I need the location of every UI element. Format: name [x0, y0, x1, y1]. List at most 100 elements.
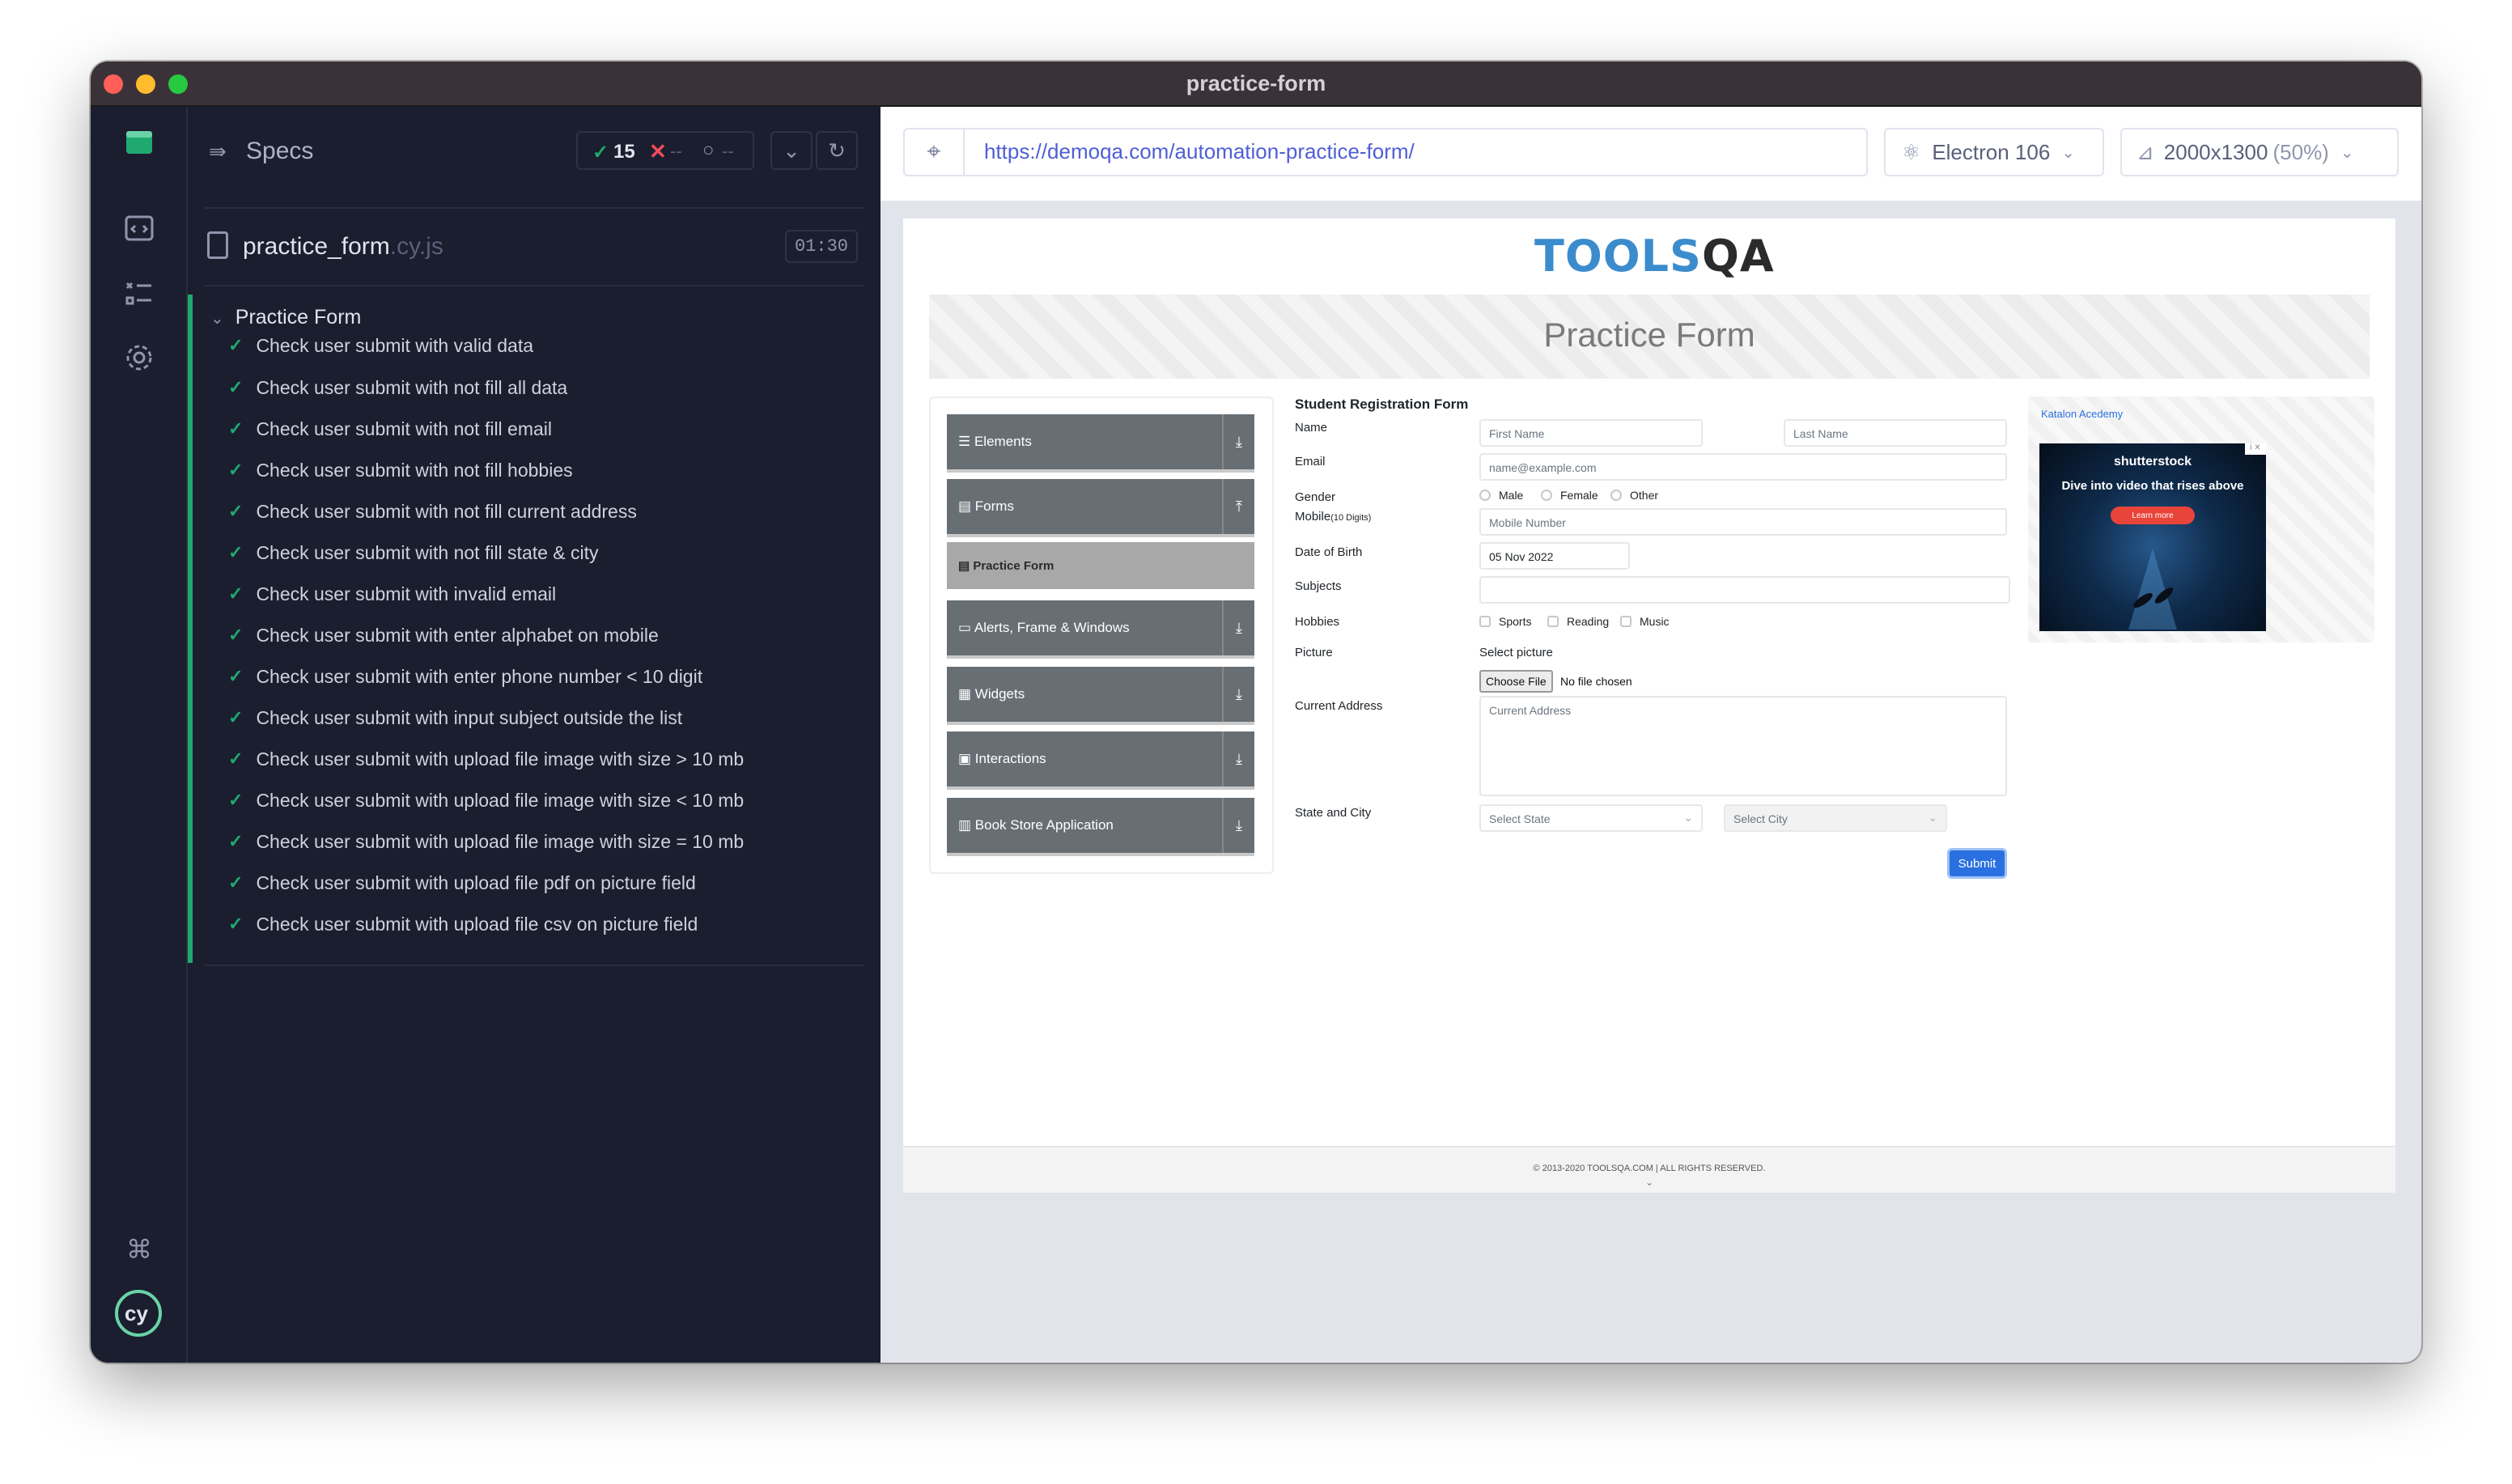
ad-link[interactable]: Katalon Acedemy [2041, 408, 2123, 420]
test-item[interactable]: ✓ Check user submit with not fill email [228, 409, 552, 449]
dob-input[interactable]: 05 Nov 2022 [1479, 542, 1630, 570]
test-item[interactable]: ✓ Check user submit with upload file imag… [228, 780, 744, 820]
logo-text-qa: QA [1701, 230, 1775, 282]
viewport-select[interactable]: ⊿ 2000x1300 (50%) ⌄ [2120, 128, 2399, 176]
suite-practice-form[interactable]: ⌄ Practice Form ✓ Check user submit with v… [188, 295, 880, 963]
mobile-input[interactable]: Mobile Number [1479, 508, 2007, 536]
settings-icon[interactable] [120, 338, 159, 377]
nav-item-practice-form[interactable]: ▤ Practice Form [947, 542, 1254, 589]
ad-close-icon[interactable]: i ✕ [2245, 443, 2266, 455]
nav-group-book-store[interactable]: ▥ Book Store Application ⤓ [947, 798, 1254, 856]
specs-label[interactable]: Specs [246, 138, 313, 165]
nav-group-label: Forms [974, 498, 1014, 514]
nav-group-label: Elements [974, 434, 1032, 449]
forms-icon: ▤ [958, 498, 975, 514]
test-title: Check user submit with upload file csv o… [256, 913, 698, 935]
nav-group-interactions[interactable]: ▣ Interactions ⤓ [947, 731, 1254, 790]
chevron-down-icon: ⌄ [2340, 143, 2354, 162]
hobby-music-checkbox[interactable]: Music [1620, 615, 1670, 628]
collapse-all-button[interactable]: ⌄ [770, 131, 813, 170]
test-item[interactable]: ✓ Check user submit with upload file imag… [228, 739, 744, 779]
test-item[interactable]: ✓ Check user submit with not fill current… [228, 491, 637, 532]
chevron-down-icon[interactable]: ⌄ [903, 1177, 2395, 1188]
ad-brand: shutterstock [2113, 455, 2192, 469]
spec-file-row[interactable]: practice_form.cy.js 01:30 [204, 228, 864, 270]
nav-group-elements[interactable]: ☰ Elements ⤓ [947, 414, 1254, 473]
hobby-reading-checkbox[interactable]: Reading [1547, 615, 1609, 628]
check-icon: ✓ [228, 748, 244, 769]
submit-button[interactable]: Submit [1947, 848, 2007, 879]
nav-group-widgets[interactable]: ▦ Widgets ⤓ [947, 667, 1254, 725]
app-preview: ⌖ https://demoqa.com/automation-practice… [880, 107, 2421, 1363]
failed-count: -- [670, 141, 682, 161]
nav-group-alerts[interactable]: ▭ Alerts, Frame & Windows ⤓ [947, 600, 1254, 659]
page-title: Practice Form [1543, 316, 1755, 354]
test-item[interactable]: ✓ Check user submit with enter phone numb… [228, 656, 702, 697]
last-name-input[interactable]: Last Name [1784, 419, 2007, 447]
test-item[interactable]: ✓ Check user submit with enter alphabet o… [228, 615, 659, 655]
toolsqa-logo[interactable]: TOOLS QA [1534, 230, 1775, 282]
test-title: Check user submit with valid data [256, 334, 534, 356]
choose-file-button[interactable]: Choose File [1479, 670, 1553, 693]
nav-group-label: Alerts, Frame & Windows [974, 620, 1130, 635]
registration-form: Student Registration Form Name First Nam… [1295, 396, 2023, 898]
runs-icon[interactable] [120, 273, 159, 312]
url-text[interactable]: https://demoqa.com/automation-practice-f… [984, 139, 1415, 164]
mobile-label-text: Mobile [1295, 510, 1331, 524]
radio-circle-icon [1541, 490, 1552, 501]
check-icon: ✓ [228, 501, 244, 521]
specs-list-icon[interactable] [120, 209, 159, 248]
test-item[interactable]: ✓ Check user submit with upload file csv … [228, 904, 698, 944]
test-item[interactable]: ✓ Check user submit with upload file imag… [228, 821, 744, 862]
viewport-scale: (50%) [2272, 139, 2329, 164]
ad-video[interactable]: i ✕ shutterstock Dive into video that ri… [2039, 443, 2266, 631]
check-icon: ✓ [228, 790, 244, 810]
check-icon: ✓ [228, 460, 244, 480]
email-label: Email [1295, 455, 1326, 469]
sidebar-nav: ⌘ cy [91, 107, 188, 1363]
test-title: Check user submit with input subject out… [256, 706, 683, 728]
check-icon: ✓ [228, 831, 244, 851]
url-bar[interactable]: ⌖ https://demoqa.com/automation-practice… [903, 128, 1868, 176]
check-icon: ✓ [228, 542, 244, 562]
test-item[interactable]: ✓ Check user submit with input subject ou… [228, 697, 682, 738]
test-item[interactable]: ✓ Check user submit with valid data [228, 325, 533, 366]
nav-group-forms[interactable]: ▤ Forms ⤒ [947, 479, 1254, 537]
viewport-icon: ⊿ [2136, 139, 2154, 164]
mobile-hint: (10 Digits) [1330, 513, 1372, 523]
specs-toggle-icon[interactable]: ⇛ [209, 139, 227, 164]
gender-male-radio[interactable]: Male [1479, 489, 1523, 502]
check-icon: ✓ [228, 335, 244, 355]
browser-name: Electron 106 [1932, 139, 2051, 164]
test-item[interactable]: ✓ Check user submit with not fill all dat… [228, 367, 567, 408]
browser-select[interactable]: ⚛ Electron 106 ⌄ [1884, 128, 2104, 176]
test-title: Check user submit with enter phone numbe… [256, 665, 703, 687]
subjects-input[interactable] [1479, 576, 2010, 604]
radio-circle-icon [1610, 490, 1622, 501]
state-select[interactable]: Select State ⌄ [1479, 804, 1703, 832]
rerun-button[interactable]: ↻ [816, 131, 858, 170]
test-item[interactable]: ✓ Check user submit with not fill state &… [228, 532, 599, 573]
test-title: Check user submit with enter alphabet on… [256, 624, 659, 646]
ad-cta-button[interactable]: Learn more [2111, 507, 2195, 524]
test-item[interactable]: ✓ Check user submit with invalid email [228, 574, 556, 614]
gender-female-radio[interactable]: Female [1541, 489, 1598, 502]
chevron-down-icon: ⌄ [1928, 811, 1937, 824]
gender-other-radio[interactable]: Other [1610, 489, 1658, 502]
ad-panel: Katalon Acedemy i ✕ shutterstock Dive in… [2028, 396, 2374, 642]
keyboard-shortcut-icon[interactable]: ⌘ [120, 1230, 159, 1269]
test-item[interactable]: ✓ Check user submit with not fill hobbies [228, 450, 573, 490]
check-icon: ✓ [228, 625, 244, 645]
hobby-sports-checkbox[interactable]: Sports [1479, 615, 1531, 628]
selector-playground-icon[interactable]: ⌖ [905, 129, 965, 175]
first-name-input[interactable]: First Name [1479, 419, 1703, 447]
test-item[interactable]: ✓ Check user submit with upload file pdf … [228, 863, 696, 903]
test-title: Check user submit with not fill state & … [256, 541, 599, 563]
pending-icon: ○ [702, 139, 715, 161]
pending-count: -- [722, 141, 734, 161]
app-logo-icon[interactable] [120, 123, 159, 162]
city-select[interactable]: Select City ⌄ [1724, 804, 1947, 832]
picture-label: Picture [1295, 646, 1333, 659]
address-textarea[interactable]: Current Address [1479, 696, 2007, 796]
email-input[interactable]: name@example.com [1479, 453, 2007, 481]
